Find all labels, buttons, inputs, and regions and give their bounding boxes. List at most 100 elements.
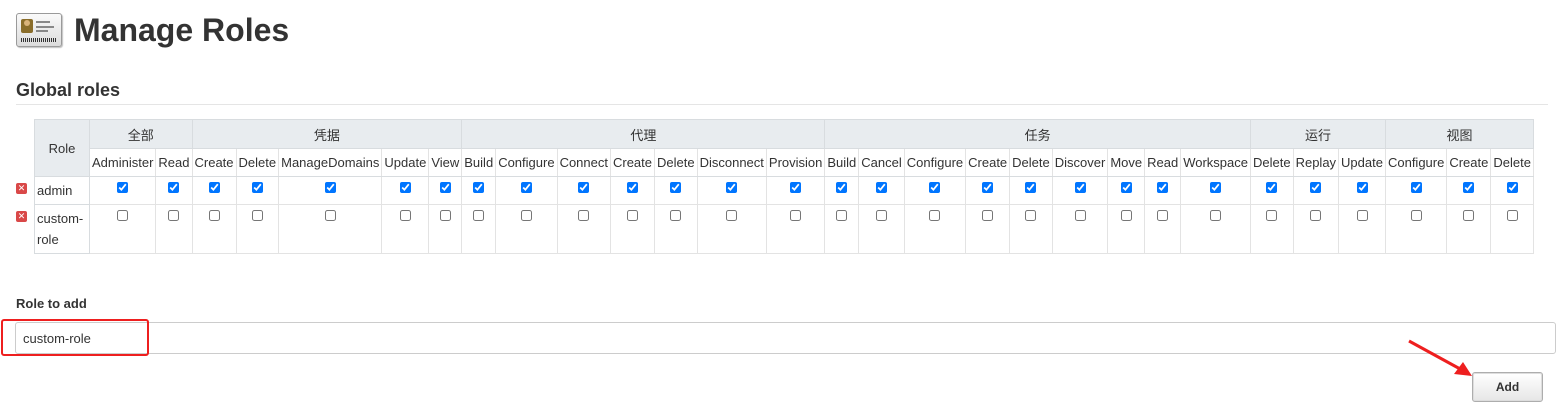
permission-checkbox[interactable] <box>1074 182 1086 193</box>
permission-checkbox[interactable] <box>726 210 738 221</box>
permission-checkbox[interactable] <box>1310 210 1322 221</box>
permission-checkbox[interactable] <box>208 210 220 221</box>
permission-checkbox[interactable] <box>627 210 638 221</box>
permission-checkbox[interactable] <box>1210 182 1222 193</box>
permission-checkbox[interactable] <box>876 182 888 193</box>
permission-checkbox[interactable] <box>670 210 682 221</box>
permission-cell <box>1250 204 1294 254</box>
permission-checkbox[interactable] <box>1310 182 1322 193</box>
permission-checkbox[interactable] <box>1463 182 1475 193</box>
permission-cell <box>428 204 463 254</box>
permission-header: Replay <box>1293 148 1340 177</box>
permission-cell <box>89 176 157 205</box>
permission-header: Administer <box>89 148 157 177</box>
permission-checkbox[interactable] <box>399 210 411 221</box>
permission-header: Cancel <box>858 148 905 177</box>
permission-cell <box>236 204 280 254</box>
permission-checkbox[interactable] <box>578 210 590 221</box>
permission-checkbox[interactable] <box>520 210 532 221</box>
permission-header: Update <box>381 148 430 177</box>
permission-checkbox[interactable] <box>1074 210 1086 221</box>
permission-checkbox[interactable] <box>324 182 336 193</box>
permission-checkbox[interactable] <box>439 210 451 221</box>
permission-checkbox[interactable] <box>578 182 590 193</box>
permission-checkbox[interactable] <box>168 210 180 221</box>
section-title: Global roles <box>16 80 1548 105</box>
permission-cell <box>428 176 463 205</box>
permission-checkbox[interactable] <box>208 182 220 193</box>
permission-checkbox[interactable] <box>1120 182 1132 193</box>
permission-checkbox[interactable] <box>473 210 485 221</box>
permission-checkbox[interactable] <box>982 210 994 221</box>
permission-header: View <box>428 148 463 177</box>
permission-cell <box>1338 204 1386 254</box>
permission-checkbox[interactable] <box>1266 210 1278 221</box>
permission-checkbox[interactable] <box>251 182 263 193</box>
permission-checkbox[interactable] <box>1025 182 1037 193</box>
permission-checkbox[interactable] <box>439 182 451 193</box>
permission-checkbox[interactable] <box>1157 210 1169 221</box>
permission-checkbox[interactable] <box>399 182 411 193</box>
permission-checkbox[interactable] <box>1025 210 1037 221</box>
delete-cell: ✕ <box>16 176 35 205</box>
permission-checkbox[interactable] <box>836 182 848 193</box>
permission-header: Read <box>1144 148 1182 177</box>
permission-header: Create <box>1446 148 1492 177</box>
permission-checkbox[interactable] <box>1266 182 1278 193</box>
permission-cell <box>1490 176 1534 205</box>
add-role-button[interactable]: Add <box>1472 372 1543 402</box>
permission-checkbox[interactable] <box>1210 210 1222 221</box>
permission-checkbox[interactable] <box>726 182 738 193</box>
permission-checkbox[interactable] <box>251 210 263 221</box>
permission-cell <box>610 204 656 254</box>
permission-header: Move <box>1107 148 1146 177</box>
permission-checkbox[interactable] <box>876 210 888 221</box>
permission-checkbox[interactable] <box>929 182 941 193</box>
permission-cell <box>557 176 611 205</box>
permission-cell <box>1250 176 1294 205</box>
delete-icon[interactable]: ✕ <box>16 182 27 194</box>
permission-checkbox[interactable] <box>1463 210 1475 221</box>
permission-cell <box>1107 176 1146 205</box>
permission-cell <box>381 176 430 205</box>
permission-checkbox[interactable] <box>117 210 129 221</box>
permission-checkbox[interactable] <box>1506 182 1518 193</box>
permission-cell <box>1180 204 1251 254</box>
permission-checkbox[interactable] <box>1410 182 1422 193</box>
permission-header: Delete <box>1490 148 1534 177</box>
permission-header: Configure <box>1385 148 1448 177</box>
permission-checkbox[interactable] <box>168 182 180 193</box>
permission-checkbox[interactable] <box>790 210 802 221</box>
permission-checkbox[interactable] <box>117 182 129 193</box>
permission-checkbox[interactable] <box>670 182 682 193</box>
permission-cell <box>858 204 905 254</box>
permission-checkbox[interactable] <box>1356 210 1368 221</box>
permission-checkbox[interactable] <box>1157 182 1169 193</box>
category-header: 凭据 <box>191 119 463 149</box>
permission-checkbox[interactable] <box>520 182 532 193</box>
permission-cell <box>1293 204 1340 254</box>
id-card-icon <box>16 13 62 47</box>
permission-checkbox[interactable] <box>1506 210 1518 221</box>
permission-header: Delete <box>1009 148 1053 177</box>
permission-checkbox[interactable] <box>790 182 802 193</box>
permission-checkbox[interactable] <box>627 182 638 193</box>
delete-cell: ✕ <box>16 204 35 254</box>
permission-header: Configure <box>904 148 967 177</box>
role-name-input[interactable] <box>15 322 1556 354</box>
permission-checkbox[interactable] <box>473 182 485 193</box>
permission-checkbox[interactable] <box>1410 210 1422 221</box>
permission-cell <box>1293 176 1340 205</box>
permission-checkbox[interactable] <box>982 182 994 193</box>
role-name: admin <box>34 176 90 205</box>
permission-header: Build <box>824 148 860 177</box>
delete-icon[interactable]: ✕ <box>16 210 27 222</box>
permission-checkbox[interactable] <box>324 210 336 221</box>
permission-cell <box>1446 204 1492 254</box>
permission-cell <box>1052 176 1109 205</box>
permission-cell <box>965 176 1011 205</box>
permission-checkbox[interactable] <box>929 210 941 221</box>
permission-checkbox[interactable] <box>1356 182 1368 193</box>
permission-checkbox[interactable] <box>836 210 848 221</box>
permission-checkbox[interactable] <box>1120 210 1132 221</box>
